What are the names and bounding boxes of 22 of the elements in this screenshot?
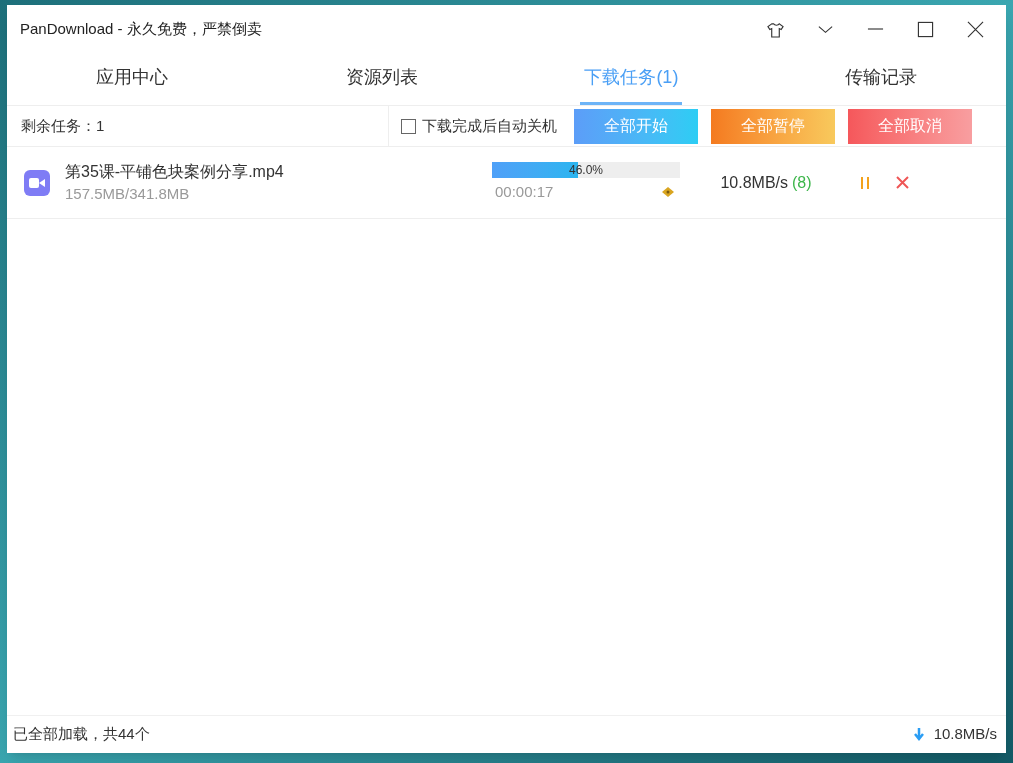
elapsed-time: 00:00:17 [495,181,554,202]
download-speed: 10.8MB/s [720,172,788,193]
tab[interactable]: 应用中心 [91,53,172,105]
file-name: 第35课-平铺色块案例分享.mp4 [65,161,285,182]
minimize-icon [866,28,884,30]
remaining-tasks-label: 剩余任务：1 [7,106,389,146]
pause-button[interactable] [858,174,872,191]
tab[interactable]: 资源列表 [341,53,422,105]
close-icon [966,20,984,38]
maximize-icon [916,20,934,38]
total-speed: 10.8MB/s [933,724,997,745]
download-arrow-icon [913,728,924,741]
diamond-icon [662,187,674,197]
video-file-icon [24,169,50,196]
auto-shutdown-checkbox[interactable]: 下载完成后自动关机 [401,114,557,138]
status-summary: 已全部加载，共44个 [13,724,151,745]
connection-count: (8) [792,172,812,193]
shirt-icon [766,20,784,38]
tab[interactable]: 传输记录 [841,53,922,105]
cancel-button[interactable] [894,174,910,191]
window-title: PanDownload - 永久免费，严禁倒卖 [20,18,263,39]
file-size: 157.5MB/341.8MB [65,183,191,204]
